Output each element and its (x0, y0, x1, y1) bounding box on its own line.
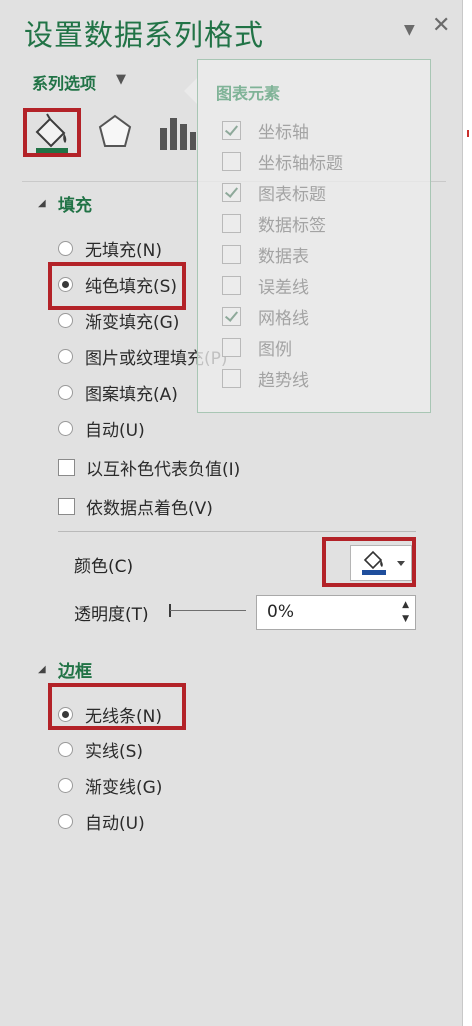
spin-up-icon[interactable]: ▲ (402, 600, 409, 610)
radio-button[interactable] (58, 312, 73, 328)
radio-button[interactable] (58, 384, 73, 400)
invert-if-negative-label: 以互补色代表负值(I) (86, 459, 241, 480)
legend-label: 图例 (258, 339, 292, 360)
fill-section-heading[interactable]: 填充 (58, 191, 92, 216)
automatic-fill-label: 自动(U) (85, 420, 145, 441)
fill-color-picker-button[interactable] (350, 545, 412, 581)
gradient-line-label: 渐变线(G) (85, 777, 163, 798)
gradient-fill-label: 渐变填充(G) (85, 312, 180, 333)
collapse-triangle-icon[interactable]: ◢ (38, 664, 46, 675)
no-line-option[interactable]: 无线条(N) (58, 702, 162, 727)
solid-fill-option[interactable]: 纯色填充(S) (58, 272, 178, 297)
data-table-label: 数据表 (258, 246, 309, 267)
chevron-down-icon[interactable]: ▼ (116, 72, 126, 87)
transparency-spinbox[interactable]: 0% ▲ ▼ (256, 595, 416, 630)
solid-line-label: 实线(S) (85, 741, 144, 762)
solid-line-option[interactable]: 实线(S) (58, 737, 144, 762)
checkbox[interactable] (222, 213, 241, 233)
automatic-line-label: 自动(U) (85, 813, 145, 834)
series-options-dropdown[interactable]: 系列选项 (32, 70, 96, 94)
transparency-value[interactable]: 0% (267, 602, 294, 622)
checkbox[interactable] (58, 497, 75, 515)
error-bars-label: 误差线 (258, 277, 309, 298)
trendline-label: 趋势线 (258, 370, 309, 391)
chart-element-axes[interactable]: 坐标轴 (222, 119, 309, 143)
popup-title: 图表元素 (216, 84, 281, 103)
radio-button-checked[interactable] (58, 276, 73, 292)
popup-pointer (184, 78, 197, 104)
transparency-label: 透明度(T) (74, 605, 149, 625)
transparency-slider[interactable] (170, 610, 246, 611)
checkbox-checked[interactable] (222, 120, 241, 140)
checkbox[interactable] (222, 337, 241, 357)
no-fill-label: 无填充(N) (85, 240, 162, 261)
radio-button-checked[interactable] (58, 706, 73, 722)
radio-button[interactable] (58, 240, 73, 256)
radio-button[interactable] (58, 777, 73, 793)
checkbox[interactable] (222, 275, 241, 295)
checkbox-checked[interactable] (222, 306, 241, 326)
fill-line-icon[interactable] (28, 110, 74, 156)
collapse-triangle-icon[interactable]: ◢ (38, 198, 46, 209)
chart-element-error-bars[interactable]: 误差线 (222, 274, 309, 298)
spin-down-icon[interactable]: ▼ (402, 614, 409, 624)
checkbox[interactable] (222, 151, 241, 171)
chart-element-axis-titles[interactable]: 坐标轴标题 (222, 150, 343, 174)
invert-if-negative-option[interactable]: 以互补色代表负值(I) (58, 455, 241, 480)
radio-button[interactable] (58, 348, 73, 364)
chart-elements-popup: 图表元素 坐标轴 坐标轴标题 图表标题 数据标签 数据表 误差线 网格线 图例 … (197, 59, 431, 413)
chart-title-label: 图表标题 (258, 184, 326, 205)
gradient-line-option[interactable]: 渐变线(G) (58, 773, 163, 798)
axis-titles-label: 坐标轴标题 (258, 153, 343, 174)
vary-colors-by-point-option[interactable]: 依数据点着色(V) (58, 494, 213, 519)
vary-colors-label: 依数据点着色(V) (86, 498, 213, 519)
chart-element-data-labels[interactable]: 数据标签 (222, 212, 326, 236)
pattern-fill-label: 图案填充(A) (85, 384, 178, 405)
chart-element-chart-title[interactable]: 图表标题 (222, 181, 326, 205)
color-label: 颜色(C) (74, 557, 134, 577)
checkbox[interactable] (58, 458, 75, 476)
automatic-line-option[interactable]: 自动(U) (58, 809, 145, 834)
axes-label: 坐标轴 (258, 122, 309, 143)
pane-options-dropdown-icon[interactable]: ▼ (404, 20, 415, 40)
series-options-bar-icon[interactable] (154, 110, 200, 156)
divider (58, 531, 416, 532)
worksheet-edge-mark (467, 130, 469, 137)
effects-pentagon-icon[interactable] (92, 110, 138, 156)
chart-element-trendline[interactable]: 趋势线 (222, 367, 309, 391)
checkbox-checked[interactable] (222, 182, 241, 202)
gradient-fill-option[interactable]: 渐变填充(G) (58, 308, 180, 333)
no-line-label: 无线条(N) (85, 706, 162, 727)
close-icon[interactable]: ✕ (432, 15, 450, 37)
chart-element-data-table[interactable]: 数据表 (222, 243, 309, 267)
gridlines-label: 网格线 (258, 308, 309, 329)
checkbox[interactable] (222, 244, 241, 264)
pattern-fill-option[interactable]: 图案填充(A) (58, 380, 178, 405)
radio-button[interactable] (58, 813, 73, 829)
automatic-fill-option[interactable]: 自动(U) (58, 416, 145, 441)
no-fill-option[interactable]: 无填充(N) (58, 236, 162, 261)
radio-button[interactable] (58, 420, 73, 436)
solid-fill-label: 纯色填充(S) (85, 276, 178, 297)
border-section-heading[interactable]: 边框 (58, 657, 92, 682)
pane-title: 设置数据系列格式 (24, 18, 265, 52)
chart-element-legend[interactable]: 图例 (222, 336, 292, 360)
radio-button[interactable] (58, 741, 73, 757)
checkbox[interactable] (222, 368, 241, 388)
data-labels-label: 数据标签 (258, 215, 326, 236)
chart-element-gridlines[interactable]: 网格线 (222, 305, 309, 329)
